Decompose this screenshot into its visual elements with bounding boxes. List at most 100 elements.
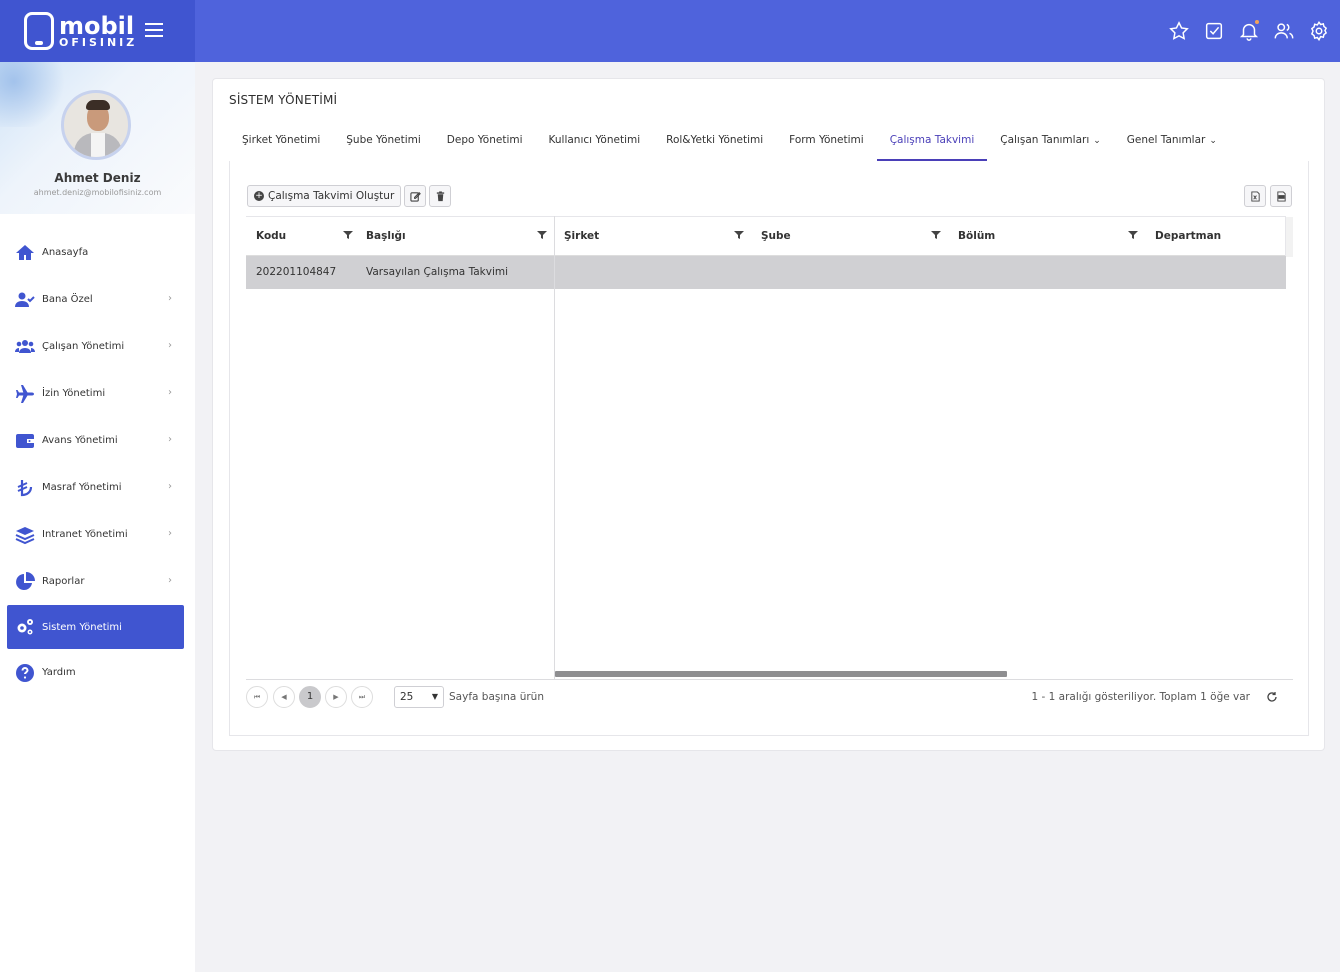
column-header-sirket[interactable]: Şirket: [554, 217, 744, 257]
home-icon: [15, 243, 35, 263]
gear-icon[interactable]: [1308, 20, 1330, 42]
table-row[interactable]: 202201104847 Varsayılan Çalışma Takvimi: [246, 256, 1286, 289]
sidebar-item-label: Yardım: [42, 667, 76, 678]
tab-sube-yonetimi[interactable]: Şube Yönetimi: [333, 127, 434, 161]
trash-icon: [436, 190, 444, 201]
column-header-sube[interactable]: Şube: [751, 217, 941, 257]
check-square-icon[interactable]: [1203, 20, 1225, 42]
export-excel-button[interactable]: [1244, 185, 1266, 207]
tab-depo-yonetimi[interactable]: Depo Yönetimi: [434, 127, 536, 161]
cell-kodu: 202201104847: [256, 266, 337, 278]
filter-icon[interactable]: [931, 230, 941, 240]
sidebar-item-label: Anasayfa: [42, 247, 89, 258]
chevron-right-icon: ›: [168, 293, 172, 304]
first-page-button[interactable]: ⏮: [246, 686, 268, 708]
cogs-icon: [15, 617, 35, 637]
tab-kullanici-yonetimi[interactable]: Kullanıcı Yönetimi: [536, 127, 654, 161]
pie-chart-icon: [15, 571, 35, 592]
tab-sirket-yonetimi[interactable]: Şirket Yönetimi: [229, 127, 333, 161]
plus-circle-icon: +: [254, 191, 264, 201]
sidebar-item-calisan-yonetimi[interactable]: Çalışan Yönetimi ›: [0, 323, 195, 370]
profile-name: Ahmet Deniz: [54, 171, 141, 185]
sidebar-item-intranet-yonetimi[interactable]: Intranet Yönetimi ›: [0, 511, 195, 558]
page-size-select[interactable]: 25 ▼: [394, 686, 444, 708]
tab-label: Şirket Yönetimi: [242, 134, 321, 146]
column-label: Departman: [1155, 230, 1222, 242]
chevron-right-icon: ›: [168, 575, 172, 586]
page-title: SİSTEM YÖNETİMİ: [229, 93, 338, 107]
notification-dot: [1255, 20, 1259, 24]
chevron-right-icon: ›: [168, 387, 172, 398]
top-bar: mobil OFISINIZ: [0, 0, 1340, 62]
tab-rol-yetki-yonetimi[interactable]: Rol&Yetki Yönetimi: [653, 127, 776, 161]
filter-icon[interactable]: [1128, 230, 1138, 240]
tab-label: Form Yönetimi: [789, 134, 864, 146]
sidebar-item-yardim[interactable]: Yardım: [0, 649, 195, 696]
export-pdf-button[interactable]: [1270, 185, 1292, 207]
last-page-button[interactable]: ⏭: [351, 686, 373, 708]
filter-icon[interactable]: [734, 230, 744, 240]
sidebar: Ahmet Deniz ahmet.deniz@mobilofisiniz.co…: [0, 62, 195, 972]
sidebar-item-label: Avans Yönetimi: [42, 435, 118, 446]
tab-genel-tanimlar[interactable]: Genel Tanımlar ⌄: [1114, 127, 1230, 161]
sidebar-item-raporlar[interactable]: Raporlar ›: [0, 558, 195, 605]
horizontal-scrollbar[interactable]: [555, 671, 1007, 677]
sidebar-item-label: İzin Yönetimi: [42, 388, 106, 399]
logo[interactable]: mobil OFISINIZ: [0, 0, 195, 62]
delete-button[interactable]: [429, 185, 452, 207]
pager-info: 1 - 1 aralığı gösteriliyor. Toplam 1 öğe…: [1031, 691, 1250, 703]
sidebar-item-masraf-yonetimi[interactable]: Masraf Yönetimi ›: [0, 464, 195, 511]
tab-label: Kullanıcı Yönetimi: [548, 134, 641, 146]
current-page-button[interactable]: 1: [299, 686, 321, 708]
column-header-kodu[interactable]: Kodu: [246, 217, 353, 257]
chevron-right-icon: ›: [168, 481, 172, 492]
column-header-basligi[interactable]: Başlığı: [356, 217, 547, 257]
grid-bottom-border: [246, 679, 1293, 680]
tab-label: Çalışma Takvimi: [889, 134, 975, 146]
sidebar-item-izin-yonetimi[interactable]: İzin Yönetimi ›: [0, 370, 195, 417]
tab-calisan-tanimlari[interactable]: Çalışan Tanımları ⌄: [987, 127, 1114, 161]
column-label: Şirket: [564, 230, 600, 242]
filter-icon[interactable]: [537, 230, 547, 240]
create-calendar-button[interactable]: + Çalışma Takvimi Oluştur: [247, 185, 402, 207]
tab-label: Çalışan Tanımları: [1000, 134, 1090, 146]
sidebar-nav: Anasayfa Bana Özel › Çalışan Yönetimi › …: [0, 229, 195, 696]
refresh-icon[interactable]: [1266, 691, 1278, 703]
tab-label: Genel Tanımlar: [1126, 134, 1206, 146]
sidebar-item-bana-ozel[interactable]: Bana Özel ›: [0, 276, 195, 323]
chevron-right-icon: ›: [168, 434, 172, 445]
column-header-bolum[interactable]: Bölüm: [948, 217, 1138, 257]
bell-icon[interactable]: [1238, 20, 1260, 42]
grid-toolbar: + Çalışma Takvimi Oluştur: [247, 185, 452, 207]
users-icon[interactable]: [1273, 20, 1295, 42]
main-panel: SİSTEM YÖNETİMİ Şirket Yönetimi Şube Yön…: [212, 78, 1325, 751]
grid-header: Kodu Başlığı Şirket Şube Bölüm Departman: [246, 216, 1293, 257]
tab-bar: Şirket Yönetimi Şube Yönetimi Depo Yönet…: [229, 127, 1230, 161]
avatar[interactable]: [61, 90, 131, 160]
logo-line2: OFISINIZ: [59, 36, 138, 49]
logo-icon: [24, 12, 54, 50]
tab-calisma-takvimi[interactable]: Çalışma Takvimi: [876, 127, 988, 161]
scrollbar-header-cap: [1285, 217, 1293, 257]
dropdown-arrow-icon: ▼: [431, 692, 438, 701]
tab-form-yonetimi[interactable]: Form Yönetimi: [776, 127, 877, 161]
sidebar-item-avans-yonetimi[interactable]: Avans Yönetimi ›: [0, 417, 195, 464]
profile-email: ahmet.deniz@mobilofisiniz.com: [33, 188, 162, 197]
star-icon[interactable]: [1168, 20, 1190, 42]
column-label: Bölüm: [958, 230, 996, 242]
sidebar-item-anasayfa[interactable]: Anasayfa: [0, 229, 195, 276]
next-page-button[interactable]: ▶: [325, 686, 347, 708]
column-header-departman[interactable]: Departman: [1145, 217, 1275, 257]
pager: ⏮ ◀ 1 ▶ ⏭ 25 ▼ Sayfa başına ürün 1 - 1 a…: [246, 684, 1293, 710]
sidebar-item-label: Bana Özel: [42, 294, 93, 305]
data-grid: Kodu Başlığı Şirket Şube Bölüm Departman…: [246, 216, 1293, 680]
edit-icon: [410, 191, 421, 202]
edit-button[interactable]: [404, 185, 427, 207]
sidebar-item-sistem-yonetimi[interactable]: Sistem Yönetimi: [7, 605, 184, 649]
page-size-label: Sayfa başına ürün: [449, 691, 544, 703]
users-icon: [15, 337, 35, 357]
wallet-icon: [15, 431, 35, 451]
menu-toggle-icon[interactable]: [145, 23, 163, 39]
prev-page-button[interactable]: ◀: [273, 686, 295, 708]
filter-icon[interactable]: [343, 230, 353, 240]
